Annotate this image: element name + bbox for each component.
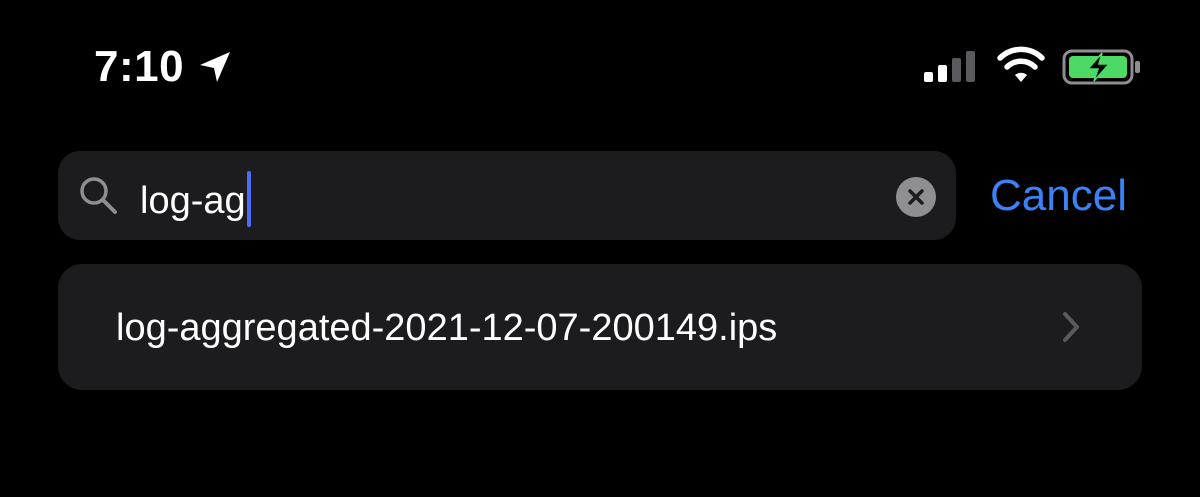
status-time: 7:10 xyxy=(94,42,185,91)
status-bar: 7:10 xyxy=(0,0,1200,130)
cellular-signal-icon xyxy=(924,51,975,82)
result-file-name: log-aggregated-2021-12-07-200149.ips xyxy=(116,307,778,349)
clear-icon xyxy=(908,189,924,205)
cancel-button[interactable]: Cancel xyxy=(990,168,1127,224)
battery-charging-icon xyxy=(1062,49,1140,85)
list-item[interactable]: log-aggregated-2021-12-07-200149.ips xyxy=(58,264,1142,390)
search-input[interactable]: log-ag xyxy=(140,171,251,227)
location-arrow-icon xyxy=(200,52,230,82)
search-field[interactable]: log-ag xyxy=(58,151,956,240)
text-caret xyxy=(246,171,251,227)
search-query-text: log-ag xyxy=(140,180,246,222)
chevron-right-icon xyxy=(1063,312,1079,342)
clear-search-button[interactable] xyxy=(896,177,936,217)
wifi-icon xyxy=(997,46,1045,82)
search-icon xyxy=(80,177,117,214)
